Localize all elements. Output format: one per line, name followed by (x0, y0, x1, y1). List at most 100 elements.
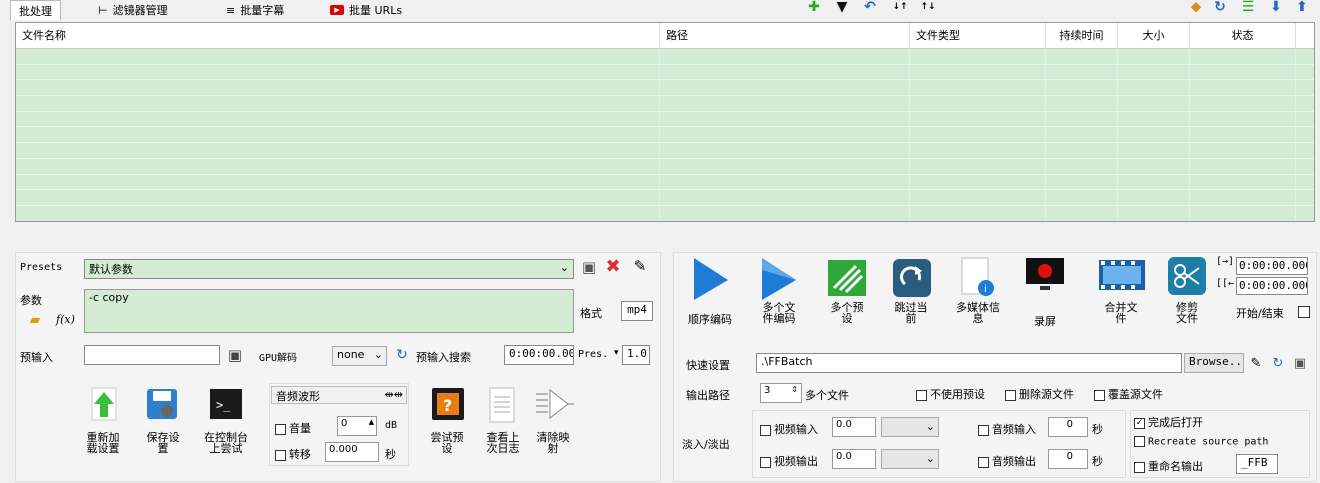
undo-icon[interactable]: ↶ (862, 0, 878, 15)
sort-desc-icon[interactable]: ↑↓ (920, 0, 936, 14)
save-icon[interactable]: ▣ (1292, 355, 1308, 371)
refresh-icon[interactable]: ↻ (394, 347, 410, 363)
col-path[interactable]: 路径 (660, 23, 910, 48)
rename-output-checkbox[interactable]: 重命名输出 (1134, 458, 1203, 474)
file-grid[interactable]: 文件名称 路径 文件类型 持续时间 大小 状态 (15, 22, 1315, 222)
checkbox[interactable] (916, 389, 927, 401)
volume-checkbox[interactable]: 音量 (275, 420, 311, 436)
table-row[interactable] (16, 111, 1314, 128)
col-duration[interactable]: 持续时间 (1046, 23, 1118, 48)
browse-button[interactable]: Browse... (1184, 353, 1244, 373)
col-size[interactable]: 大小 (1118, 23, 1190, 48)
recreate-path-checkbox[interactable]: Recreate source path (1134, 436, 1268, 448)
checkbox[interactable] (978, 456, 989, 468)
save-icon[interactable]: ▣ (226, 346, 244, 364)
move-up-icon[interactable]: ⬆ (1294, 0, 1310, 15)
trim-end-input[interactable]: 0:00:00.000 (1236, 277, 1308, 295)
media-info-icon[interactable]: i (960, 256, 996, 298)
col-filetype[interactable]: 文件类型 (910, 23, 1046, 48)
merge-film-icon[interactable] (1096, 256, 1148, 296)
checkbox[interactable] (1005, 389, 1016, 401)
clear-icon[interactable]: ⬥ (1188, 0, 1204, 15)
checkbox-checked[interactable]: ✓ (1134, 417, 1145, 429)
checkbox[interactable] (1134, 461, 1145, 473)
gpu-select[interactable]: none ⌄ (332, 346, 387, 366)
quick-settings-input[interactable]: .\FFBatch (756, 353, 1182, 373)
video-out-checkbox[interactable]: 视频输出 (760, 453, 818, 469)
checkbox[interactable] (1094, 389, 1105, 401)
function-icon[interactable]: f(x) (56, 313, 75, 326)
add-icon[interactable]: ✚ (806, 0, 822, 15)
video-in-spinner[interactable]: 0.0 (832, 417, 876, 437)
checkbox[interactable] (1134, 436, 1145, 447)
checkbox[interactable] (275, 449, 286, 461)
delete-source-checkbox[interactable]: 删除源文件 (1005, 386, 1074, 402)
col-status[interactable]: 状态 (1190, 23, 1296, 48)
refresh-icon[interactable]: ↻ (1212, 0, 1228, 15)
audio-out-checkbox[interactable]: 音频输出 (978, 453, 1036, 469)
checkbox[interactable] (760, 456, 771, 468)
multi-play-icon[interactable] (760, 256, 798, 302)
shift-spinner[interactable]: 0.000 (325, 442, 379, 462)
rename-suffix-input[interactable]: _FFB (1236, 454, 1278, 474)
format-input[interactable]: mp4 (621, 301, 653, 321)
scissors-icon[interactable] (1166, 256, 1208, 296)
presets-select[interactable]: 默认参数 ⌄ (84, 259, 574, 279)
overwrite-source-checkbox[interactable]: 覆盖源文件 (1094, 386, 1163, 402)
table-row[interactable] (16, 158, 1314, 175)
output-count-spinner[interactable]: 3 ⇕ (760, 383, 802, 403)
add-folder-icon[interactable]: ▰ (26, 312, 44, 328)
audio-in-checkbox[interactable]: 音频输入 (978, 421, 1036, 437)
save-preset-icon[interactable]: ▣ (580, 258, 598, 276)
multi-preset-icon[interactable] (826, 258, 868, 298)
edit-icon[interactable]: ✎ (1248, 355, 1264, 371)
table-row[interactable] (16, 49, 1314, 65)
checkbox[interactable] (978, 424, 989, 436)
audio-out-spinner[interactable]: 0 (1048, 449, 1088, 469)
preinput-time[interactable]: 0:00:00.000 (504, 345, 574, 365)
table-row[interactable] (16, 143, 1314, 159)
pres-input[interactable]: 1.0 (622, 345, 650, 365)
checkbox[interactable] (760, 424, 771, 436)
tab-filter-manager[interactable]: ⊢ 滤镜器管理 (90, 0, 176, 20)
video-out-dropdown[interactable]: ⌄ (881, 449, 939, 469)
play-icon[interactable] (692, 256, 730, 302)
record-screen-icon[interactable] (1024, 256, 1066, 296)
console-icon[interactable]: >_ (208, 386, 244, 422)
table-row[interactable] (16, 205, 1314, 221)
no-preset-checkbox[interactable]: 不使用预设 (916, 386, 985, 402)
table-row[interactable] (16, 127, 1314, 144)
shift-checkbox[interactable]: 转移 (275, 446, 311, 462)
delete-preset-icon[interactable]: ✖ (604, 256, 622, 277)
help-icon[interactable]: ? (430, 386, 466, 422)
edit-preset-icon[interactable]: ✎ (630, 256, 650, 276)
checkbox[interactable] (275, 423, 286, 435)
log-icon[interactable] (486, 386, 518, 424)
sort-asc-icon[interactable]: ↓↑ (892, 0, 908, 14)
list-icon[interactable]: ☰ (1240, 0, 1256, 15)
audio-waveform-select[interactable]: 音频波形 ⇹⇹ (271, 386, 407, 404)
map-icon[interactable] (534, 386, 576, 422)
audio-in-spinner[interactable]: 0 (1048, 417, 1088, 437)
video-out-spinner[interactable]: 0.0 (832, 449, 876, 469)
video-in-checkbox[interactable]: 视频输入 (760, 421, 818, 437)
preinput-field[interactable] (84, 345, 220, 365)
table-row[interactable] (16, 80, 1314, 97)
col-filename[interactable]: 文件名称 (16, 23, 660, 48)
volume-spinner[interactable]: 0 ▲ (337, 416, 377, 436)
save-settings-icon[interactable] (144, 386, 180, 422)
tab-batch-subtitles[interactable]: ≡ 批量字幕 (218, 0, 292, 20)
tab-batch-urls[interactable]: ▶ 批量 URLs (322, 0, 410, 20)
tab-batch[interactable]: 批处理 (10, 0, 61, 20)
reload-arrow-icon[interactable] (88, 386, 120, 422)
filter-icon[interactable]: ▼ (834, 0, 850, 15)
refresh-icon[interactable]: ↻ (1270, 355, 1286, 371)
move-down-icon[interactable]: ⬇ (1268, 0, 1284, 15)
start-end-checkbox[interactable] (1298, 306, 1310, 318)
open-after-checkbox[interactable]: ✓ 完成后打开 (1134, 414, 1203, 430)
params-input[interactable]: -c copy (84, 289, 574, 333)
table-row[interactable] (16, 174, 1314, 191)
skip-icon[interactable] (892, 258, 932, 298)
trim-start-input[interactable]: 0:00:00.000 (1236, 257, 1308, 275)
table-row[interactable] (16, 64, 1314, 81)
